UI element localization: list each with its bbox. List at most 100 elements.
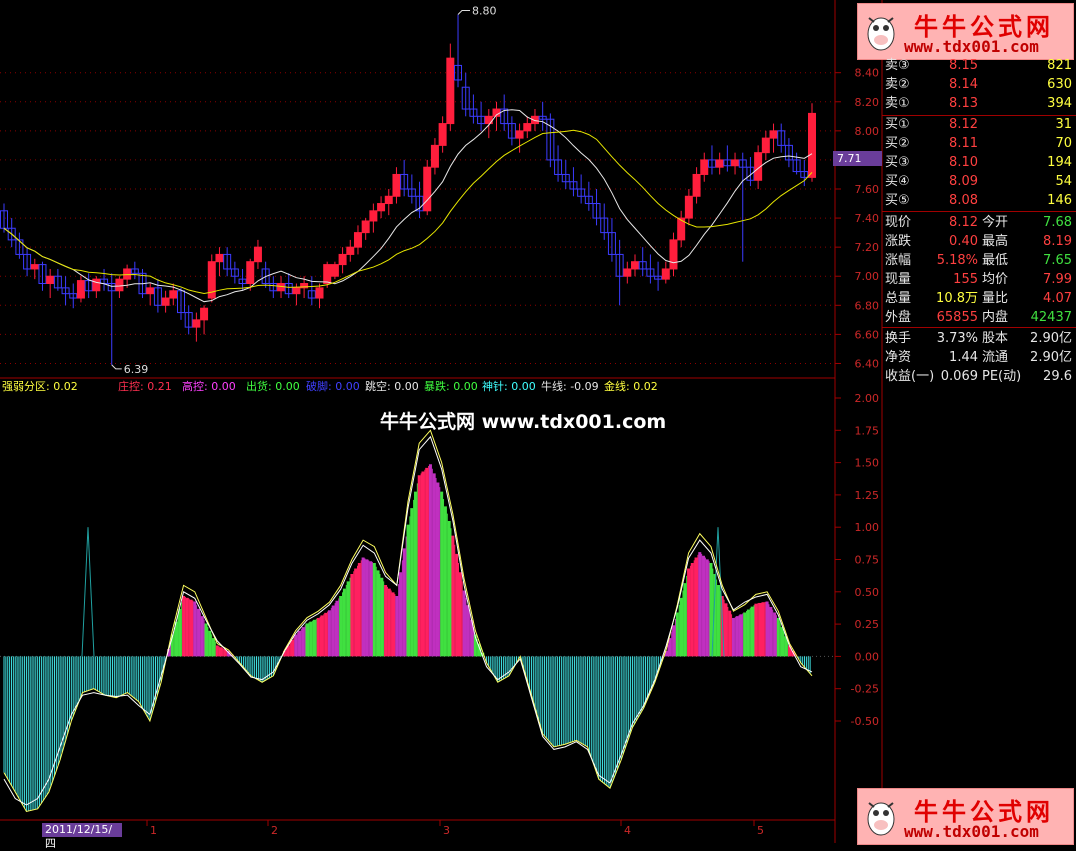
month-tick-label: 4 (624, 824, 631, 837)
order-book-row[interactable]: 卖③ 8.15 821 (882, 56, 1076, 75)
quote-value: 5.18% (936, 253, 978, 268)
order-price: 8.10 (949, 155, 978, 170)
candle-body (46, 275, 55, 285)
indicator-label: 强弱分区: 0.02 (2, 380, 78, 393)
candle-body (123, 268, 132, 280)
quote-label: 涨幅 (885, 253, 912, 268)
candle-body (523, 123, 532, 132)
order-label: 卖③ (885, 58, 910, 73)
order-label: 卖① (885, 96, 910, 111)
candle-body (215, 253, 224, 263)
order-book-row[interactable]: 买③ 8.10 194 (882, 153, 1076, 172)
order-volume: 821 (1047, 58, 1072, 73)
indicator-tick-label: 1.25 (855, 489, 880, 502)
candle-body (192, 319, 201, 328)
candle-body (353, 232, 362, 248)
order-book-row[interactable]: 买② 8.11 70 (882, 134, 1076, 153)
quote-label: 总量 (885, 291, 912, 306)
candle-body (361, 220, 370, 234)
candle-body (731, 159, 740, 167)
candle-body (161, 297, 170, 306)
quote-value: 42437 (1030, 310, 1072, 325)
order-price: 8.15 (949, 58, 978, 73)
candle-body (438, 123, 447, 146)
quote-value: 7.65 (1043, 253, 1072, 268)
indicator-tick-label: 0.75 (855, 554, 880, 567)
fundamental-row[interactable]: 换手 3.73% 股本 2.90亿 (882, 329, 1076, 348)
quote-row[interactable]: 现量 155 均价 7.99 (882, 270, 1076, 289)
quote-row[interactable]: 涨跌 0.40 最高 8.19 (882, 232, 1076, 251)
candle-body (369, 210, 378, 222)
indicator-tick-label: 0.00 (855, 650, 880, 663)
logo-url: www.tdx001.com (904, 37, 1039, 56)
candle-body (769, 130, 778, 139)
center-watermark: 牛牛公式网 www.tdx001.com (380, 411, 667, 433)
order-volume: 146 (1047, 193, 1072, 208)
logo-url: www.tdx001.com (904, 822, 1039, 841)
candle-body (715, 159, 724, 168)
order-book-row[interactable]: 卖② 8.14 630 (882, 75, 1076, 94)
fund-value: 29.6 (1043, 369, 1072, 384)
order-volume: 630 (1047, 77, 1072, 92)
fund-label: 净资 (885, 350, 912, 365)
fund-value: 2.90亿 (1030, 350, 1072, 365)
order-price: 8.09 (949, 174, 978, 189)
order-price: 8.11 (949, 136, 978, 151)
indicator-tick-label: 2.00 (855, 392, 880, 405)
indicator-label: 破脚: 0.00 (306, 380, 360, 393)
quote-label: 现价 (885, 215, 912, 230)
quote-value: 7.68 (1043, 215, 1072, 230)
date-box: 2011/12/15/四 (42, 823, 122, 850)
indicator-label: 牛线: -0.09 (541, 380, 599, 393)
order-label: 买① (885, 117, 910, 132)
fund-label: PE(动) (982, 369, 1022, 384)
order-book-row[interactable]: 买① 8.12 31 (882, 115, 1076, 134)
candle-body (30, 264, 39, 270)
indicator-label: 金线: 0.02 (604, 380, 658, 393)
price-tick-label: 6.60 (855, 328, 880, 341)
price-tick-label: 7.20 (855, 241, 880, 254)
fundamental-row[interactable]: 净资 1.44 流通 2.90亿 (882, 348, 1076, 367)
order-label: 卖② (885, 77, 910, 92)
month-tick-label: 2 (271, 824, 278, 837)
price-tick-label: 7.40 (855, 212, 880, 225)
quote-row[interactable]: 现价 8.12 今开 7.68 (882, 213, 1076, 232)
quote-label: 今开 (982, 215, 1009, 230)
price-tick-label: 8.00 (855, 125, 880, 138)
indicator-label: 出货: 0.00 (246, 380, 300, 393)
indicator-tick-label: -0.50 (851, 715, 879, 728)
price-tag: 7.71 (833, 151, 882, 166)
order-volume: 54 (1055, 174, 1072, 189)
quote-label: 均价 (982, 272, 1009, 287)
order-volume: 31 (1055, 117, 1072, 132)
logo-bottom: 牛牛公式网 www.tdx001.com (857, 788, 1074, 845)
order-price: 8.13 (949, 96, 978, 111)
quote-row[interactable]: 总量 10.8万 量比 4.07 (882, 289, 1076, 308)
month-tick-label: 5 (757, 824, 764, 837)
order-book-row[interactable]: 买⑤ 8.08 146 (882, 191, 1076, 210)
quote-value: 8.19 (1043, 234, 1072, 249)
candle-body (700, 159, 709, 175)
candle-body (76, 280, 85, 299)
indicator-label: 暴跌: 0.00 (424, 380, 478, 393)
order-book-row[interactable]: 卖① 8.13 394 (882, 94, 1076, 113)
candle-body (315, 287, 324, 299)
candle-body (346, 246, 355, 255)
price-tick-label: 8.40 (855, 67, 880, 80)
fund-label: 换手 (885, 331, 912, 346)
logo-top: 牛牛公式网 www.tdx001.com (857, 3, 1074, 60)
candle-body (246, 261, 255, 285)
quote-row[interactable]: 涨幅 5.18% 最低 7.65 (882, 251, 1076, 270)
quote-row[interactable]: 外盘 65855 内盘 42437 (882, 308, 1076, 327)
candle-body (377, 203, 386, 212)
quote-value: 155 (953, 272, 978, 287)
fund-label: 股本 (982, 331, 1009, 346)
price-tick-label: 7.60 (855, 183, 880, 196)
fundamental-row[interactable]: 收益(一) 0.069 PE(动) 29.6 (882, 367, 1076, 386)
candle-body (808, 112, 816, 178)
indicator-tick-label: 0.50 (855, 586, 880, 599)
order-price: 8.08 (949, 193, 978, 208)
high-marker-arrow (457, 10, 471, 15)
indicator-label: 高控: 0.00 (182, 380, 236, 393)
order-book-row[interactable]: 买④ 8.09 54 (882, 172, 1076, 191)
